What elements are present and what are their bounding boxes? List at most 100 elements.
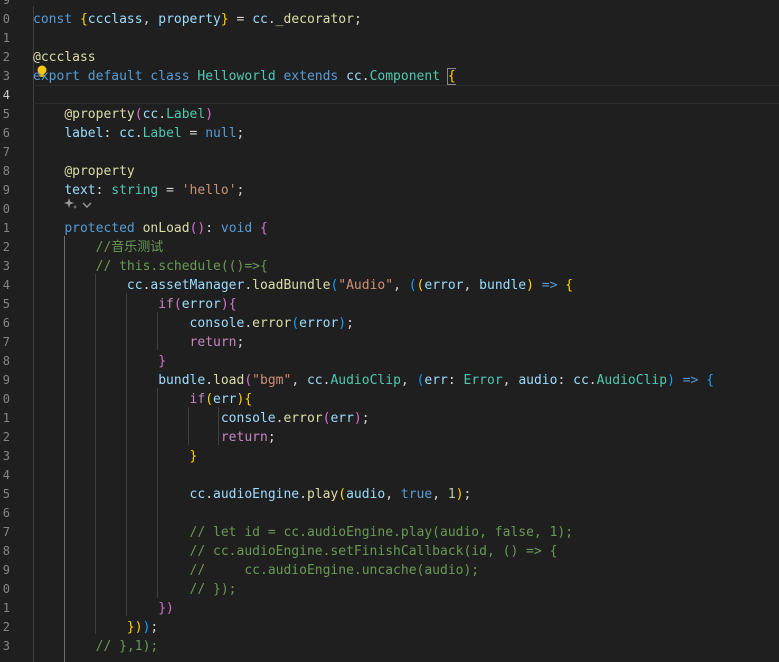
line-number: 1	[2, 30, 10, 45]
code-line[interactable]: console.error(error);	[33, 314, 354, 333]
code-line[interactable]: const {ccclass, property} = cc._decorato…	[33, 10, 362, 29]
code-line[interactable]: // let id = cc.audioEngine.play(audio, f…	[33, 523, 574, 542]
code-token: {	[79, 11, 88, 27]
code-token: protected	[64, 220, 143, 236]
code-token: cc	[346, 68, 362, 84]
code-token: cc	[126, 277, 143, 293]
chevron-down-icon[interactable]	[82, 199, 92, 214]
code-editor[interactable]: 90123456789012345678901234567890123 cons…	[0, 0, 779, 662]
code-token: if	[158, 296, 174, 312]
code-token: cc	[119, 125, 135, 141]
code-line[interactable]: protected onLoad(): void {	[33, 219, 268, 238]
code-token: ;	[463, 486, 472, 502]
line-number: 3	[2, 258, 10, 273]
code-line[interactable]: @property	[33, 162, 134, 181]
code-token: true	[400, 486, 433, 502]
code-token: :	[95, 182, 112, 198]
code-line[interactable]: bundle.load("bgm", cc.AudioClip, (err: E…	[33, 371, 714, 390]
code-line[interactable]: // this.schedule(()=>{	[33, 257, 268, 276]
code-token: extends	[283, 68, 347, 84]
code-token: AudioClip	[596, 372, 668, 388]
code-token: (	[291, 315, 300, 331]
code-line[interactable]: if(err){	[33, 390, 253, 409]
code-line[interactable]: if(error){	[33, 295, 236, 314]
code-token: cc	[573, 372, 589, 388]
code-token: play	[306, 486, 339, 502]
code-token: ,	[142, 11, 159, 27]
code-token: )	[220, 296, 229, 312]
line-number: 9	[2, 372, 10, 387]
code-token: null	[205, 125, 237, 141]
code-line[interactable]: console.error(err);	[33, 409, 370, 428]
code-token: .	[361, 68, 370, 84]
sparkle-icon[interactable]	[64, 197, 78, 215]
code-token: .	[267, 11, 276, 27]
code-token: // let id = cc.audioEngine.play(audio, f…	[189, 524, 574, 540]
code-token: ;	[236, 182, 245, 198]
code-line[interactable]: label: cc.Label = null;	[33, 124, 244, 143]
code-token: // });	[189, 581, 237, 597]
line-number: 2	[2, 239, 10, 254]
code-token: =	[181, 125, 206, 141]
code-line[interactable]: // });	[33, 580, 237, 599]
code-line[interactable]: @property(cc.Label)	[33, 105, 213, 124]
code-token: .	[205, 486, 214, 502]
code-token: ,	[291, 372, 307, 388]
code-token: {	[244, 391, 253, 407]
code-token: })	[158, 600, 174, 616]
code-line[interactable]: })	[33, 599, 174, 618]
code-token: {	[446, 67, 456, 85]
line-number: 3	[2, 638, 10, 653]
line-number: 3	[2, 448, 10, 463]
code-token: Helloworld	[197, 68, 284, 84]
code-line[interactable]: }	[33, 352, 166, 371]
code-token: ,	[502, 372, 519, 388]
code-line[interactable]: return;	[33, 333, 245, 352]
code-token: )	[338, 315, 347, 331]
code-line[interactable]: return;	[33, 428, 276, 447]
code-token: .	[244, 277, 253, 293]
code-line[interactable]: cc.assetManager.loadBundle("Audio", ((er…	[33, 276, 573, 295]
code-line[interactable]: }	[33, 447, 198, 466]
code-token: {	[260, 220, 268, 236]
code-line[interactable]: export default class Helloworld extends …	[33, 67, 456, 86]
code-token: .	[244, 315, 253, 331]
code-token: .	[205, 372, 214, 388]
code-line[interactable]: //音乐测试	[33, 238, 164, 257]
code-token: (	[338, 486, 347, 502]
code-line[interactable]: // cc.audioEngine.setFinishCallback(id, …	[33, 542, 558, 561]
line-number: 5	[2, 296, 10, 311]
code-token: .	[158, 106, 167, 122]
code-token: //音乐测试	[95, 239, 164, 255]
line-number: 7	[2, 524, 10, 539]
code-line[interactable]: // cc.audioEngine.uncache(audio);	[33, 561, 480, 580]
code-line[interactable]: // },1);	[33, 637, 159, 656]
code-token: err	[330, 410, 354, 426]
code-line[interactable]: cc.audioEngine.play(audio, true, 1);	[33, 485, 472, 504]
lightbulb-icon[interactable]	[35, 64, 49, 78]
codelens-actions[interactable]	[64, 198, 98, 214]
line-number: 2	[2, 49, 10, 64]
code-token: Component	[369, 68, 448, 84]
code-token: error	[424, 277, 464, 293]
code-line[interactable]: }));	[33, 618, 158, 637]
code-token: ,	[432, 486, 448, 502]
code-token: }	[189, 448, 198, 464]
code-token: console	[220, 410, 276, 426]
code-token: (	[205, 391, 214, 407]
line-number: 7	[2, 334, 10, 349]
code-token: audio	[518, 372, 558, 388]
